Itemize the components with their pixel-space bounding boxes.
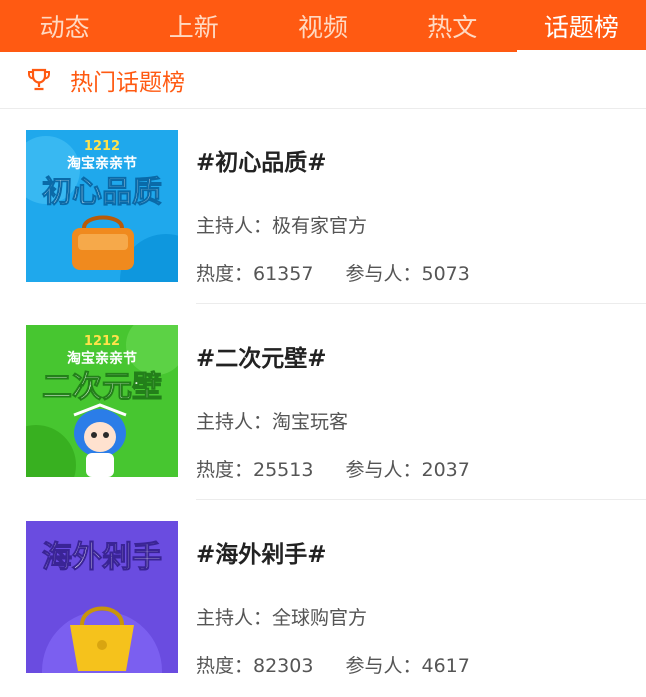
top-tab-bar: 动态 上新 视频 热文 话题榜	[0, 0, 646, 52]
tab-rewen[interactable]: 热文	[388, 0, 517, 52]
svg-text:海外剁手: 海外剁手	[42, 540, 162, 575]
participants-value: 参与人：2037	[345, 459, 470, 481]
heat-value: 热度：61357	[196, 263, 314, 285]
tab-shipin[interactable]: 视频	[258, 0, 387, 52]
topic-host: 主持人：全球购官方	[196, 607, 368, 629]
topic-item[interactable]: 1212 淘宝亲亲节 初心品质 #初心品质# 主持人：极有家官方 热度：6135…	[0, 109, 646, 305]
topic-stats: 热度：61357 参与人：5073	[196, 259, 470, 286]
svg-text:淘宝亲亲节: 淘宝亲亲节	[67, 350, 137, 367]
item-divider	[196, 499, 646, 500]
section-title: 热门话题榜	[70, 70, 185, 96]
svg-text:1212: 1212	[84, 139, 120, 154]
topic-title[interactable]: #海外剁手#	[196, 535, 327, 569]
svg-text:1212: 1212	[84, 334, 120, 349]
topic-title[interactable]: #二次元壁#	[196, 339, 327, 373]
svg-text:初心品质: 初心品质	[42, 175, 162, 210]
section-header: 热门话题榜	[0, 52, 646, 108]
item-divider	[196, 303, 646, 304]
heat-value: 热度：82303	[196, 655, 314, 677]
topic-thumbnail[interactable]: 1212 淘宝亲亲节 二次元壁	[26, 325, 178, 477]
participants-value: 参与人：5073	[345, 263, 470, 285]
topic-stats: 热度：25513 参与人：2037	[196, 455, 470, 482]
heat-value: 热度：25513	[196, 459, 314, 481]
topic-thumbnail[interactable]: 1212 淘宝亲亲节 初心品质	[26, 130, 178, 282]
topic-host: 主持人：极有家官方	[196, 215, 368, 237]
tab-huatibang[interactable]: 话题榜	[516, 0, 646, 52]
tab-dongtai[interactable]: 动态	[0, 0, 129, 52]
topic-thumbnail[interactable]: 海外剁手	[26, 521, 178, 673]
svg-text:二次元壁: 二次元壁	[42, 370, 162, 405]
topic-host: 主持人：淘宝玩客	[196, 411, 349, 433]
svg-text:淘宝亲亲节: 淘宝亲亲节	[67, 155, 137, 172]
tab-shangxin[interactable]: 上新	[129, 0, 258, 52]
topic-title[interactable]: #初心品质#	[196, 143, 327, 177]
participants-value: 参与人：4617	[345, 655, 470, 677]
topic-item[interactable]: 1212 淘宝亲亲节 二次元壁 #二次元壁# 主持人：淘宝玩客 热度：25513…	[0, 305, 646, 501]
topic-stats: 热度：82303 参与人：4617	[196, 651, 470, 678]
trophy-icon	[28, 68, 50, 91]
topic-item[interactable]: 海外剁手 #海外剁手# 主持人：全球购官方 热度：82303 参与人：4617	[0, 501, 646, 697]
